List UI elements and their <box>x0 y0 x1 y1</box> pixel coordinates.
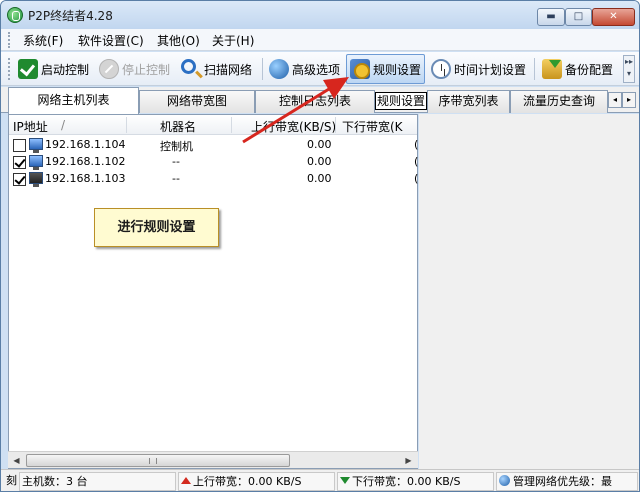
cell-ip: 192.168.1.102 <box>45 155 126 168</box>
column-ip[interactable]: IP地址 <box>13 118 48 135</box>
toolbar-overflow-button[interactable]: ▸▸ ▾ <box>623 55 635 83</box>
status-upload-segment: 上行带宽：0.00 KB/S <box>178 472 335 491</box>
sort-indicator-icon: / <box>61 118 66 132</box>
status-download-segment: 下行带宽：0.00 KB/S <box>337 472 494 491</box>
horizontal-scrollbar[interactable]: ◀ ▶ <box>8 451 418 468</box>
backup-config-label: 备份配置 <box>565 62 614 77</box>
tab-host-list[interactable]: 网络主机列表 <box>8 87 139 114</box>
menu-bar: 系统(F) 软件设置(C) 其他(O) 关于(H) <box>1 29 639 51</box>
window-title: P2P终结者4.28 <box>28 9 113 23</box>
scrollbar-grip-icon <box>149 458 157 464</box>
tab-app-bandwidth[interactable]: 序带宽列表 <box>427 90 510 113</box>
row-checkbox[interactable] <box>13 139 26 152</box>
close-button[interactable]: ✕ <box>592 8 635 26</box>
menu-grip-handle[interactable] <box>8 32 11 48</box>
status-host-count: 主机数：3 台 <box>19 472 176 491</box>
cell-download: ( <box>414 155 419 168</box>
title-bar: P2P终结者4.28 ▬ □ ✕ <box>1 1 639 29</box>
cell-upload: 0.00 <box>307 155 332 168</box>
network-globe-icon <box>499 475 510 486</box>
check-icon <box>18 59 38 79</box>
scroll-right-button[interactable]: ▶ <box>401 453 416 468</box>
tab-rule-tooltip: 规则设置 <box>375 92 427 110</box>
column-machine-name[interactable]: 机器名 <box>160 118 196 135</box>
status-upload: 上行带宽：0.00 KB/S <box>193 475 302 488</box>
backup-download-icon <box>542 59 562 79</box>
rule-settings-label: 规则设置 <box>373 62 422 77</box>
toolbar-grip-handle[interactable] <box>8 58 11 80</box>
cell-ip: 192.168.1.103 <box>45 172 126 185</box>
scrollbar-thumb[interactable] <box>26 454 290 467</box>
menu-other[interactable]: 其他(O) <box>157 32 200 49</box>
detail-pane <box>419 114 639 469</box>
tab-scroll-left-button[interactable]: ◂ <box>608 92 622 108</box>
arrow-head <box>323 77 349 99</box>
minimize-button[interactable]: ▬ <box>537 8 565 26</box>
row-checkbox[interactable] <box>13 173 26 186</box>
cell-machine-name: -- <box>172 155 180 168</box>
download-arrow-icon <box>340 477 350 484</box>
maximize-button[interactable]: □ <box>565 8 592 26</box>
stop-control-button[interactable]: 停止控制 <box>99 54 170 84</box>
computer-icon <box>29 155 43 170</box>
upload-arrow-icon <box>181 477 191 484</box>
schedule-settings-label: 时间计划设置 <box>454 62 527 77</box>
menu-system[interactable]: 系统(F) <box>23 32 63 49</box>
scroll-left-button[interactable]: ◀ <box>9 453 24 468</box>
start-control-button[interactable]: 启动控制 <box>18 54 89 84</box>
tab-traffic-history[interactable]: 流量历史查询 <box>510 90 608 113</box>
stop-icon <box>99 59 119 79</box>
magnifier-icon <box>181 59 196 74</box>
annotation-callout: 进行规则设置 <box>94 208 219 247</box>
computer-icon <box>29 172 43 187</box>
start-control-label: 启动控制 <box>41 62 90 77</box>
column-divider[interactable] <box>126 117 127 133</box>
status-prefix: 刻 <box>6 474 17 487</box>
cell-download: ( <box>414 172 419 185</box>
status-priority-segment: 管理网络优先级：最 <box>496 472 638 491</box>
app-logo-icon <box>7 7 23 23</box>
cell-machine-name: 控制机 <box>160 140 193 153</box>
tab-scroll-right-button[interactable]: ▸ <box>622 92 636 108</box>
table-row[interactable]: 192.168.1.102 -- 0.00 ( <box>9 154 419 171</box>
cell-machine-name: -- <box>172 172 180 185</box>
cell-download: ( <box>414 138 419 151</box>
menu-software-settings[interactable]: 软件设置(C) <box>78 32 144 49</box>
row-checkbox[interactable] <box>13 156 26 169</box>
status-download: 下行带宽：0.00 KB/S <box>352 475 461 488</box>
arrow-shaft <box>242 87 330 144</box>
app-window: P2P终结者4.28 ▬ □ ✕ 系统(F) 软件设置(C) 其他(O) 关于(… <box>0 0 640 492</box>
clock-icon <box>431 59 451 79</box>
menu-about[interactable]: 关于(H) <box>212 32 254 49</box>
backup-config-button[interactable]: 备份配置 <box>542 54 613 84</box>
schedule-settings-button[interactable]: 时间计划设置 <box>431 54 526 84</box>
status-priority: 管理网络优先级：最 <box>513 475 612 488</box>
cell-ip: 192.168.1.104 <box>45 138 126 151</box>
status-bar: 刻 主机数：3 台 上行带宽：0.00 KB/S 下行带宽：0.00 KB/S … <box>1 469 639 491</box>
host-list-panel: IP地址 / 机器名 上行带宽(KB/S) 下行带宽(K 192.168.1.1… <box>8 114 418 469</box>
toolbar-separator <box>534 58 535 80</box>
cell-upload: 0.00 <box>307 172 332 185</box>
stop-control-label: 停止控制 <box>122 62 171 77</box>
annotation-arrow-icon <box>242 77 349 144</box>
computer-icon <box>29 138 43 153</box>
table-row[interactable]: 192.168.1.103 -- 0.00 ( <box>9 171 419 188</box>
